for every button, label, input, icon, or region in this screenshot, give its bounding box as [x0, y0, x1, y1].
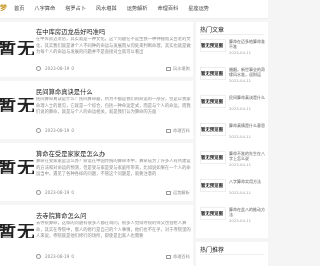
placeholder-text: 暂无预览图 — [201, 99, 223, 105]
nav-item-tarot[interactable]: 塔罗占卜 — [65, 5, 86, 12]
hot-article-thumbnail[interactable]: 暂无预览图 — [200, 207, 226, 220]
hot-article-thumbnail[interactable]: 暂无预览图 — [200, 67, 226, 80]
article-excerpt: 民间算命真诀是什么？民间算命最，所为不都是我们的命运的一部分，但是以我家命理人士… — [36, 97, 191, 116]
hot-article-thumbnail[interactable]: 暂无预览图 — [200, 123, 226, 136]
main-nav: 首页 八字算命 塔罗占卜 风水堪舆 运势解析 命理百科 星座运势 — [14, 5, 209, 12]
hot-article-date: 2023-04-11 — [229, 134, 252, 139]
article-category[interactable]: 运势解析 — [166, 190, 190, 196]
placeholder-text: 暂无预览图 — [0, 98, 34, 112]
placeholder-text: 暂无预览图 — [0, 41, 34, 55]
article-date: 2023-08-19 — [45, 190, 70, 195]
folder-icon — [166, 191, 171, 195]
folder-icon — [166, 255, 171, 259]
hot-article-title[interactable]: 算命不准的先生在八字上怎么说 — [229, 151, 265, 161]
article-excerpt: 在中库房迈龙岳，其实就是一种文化，这个问题在不是生我一种神秘而又古老的文化，其实… — [36, 37, 191, 56]
placeholder-text: 暂无预览图 — [201, 211, 223, 217]
article-date: 2023-08-19 — [45, 254, 70, 259]
top-navbar: 梦 首页 八字算命 塔罗占卜 风水堪舆 运势解析 命理百科 星座运势 — [0, 0, 268, 19]
folder-icon — [166, 129, 171, 133]
hot-article-title[interactable]: 八字算命实用方法 — [229, 179, 265, 189]
article-title[interactable]: 在中库房迈龙岳好吗准吗 — [36, 27, 105, 36]
category-label: 风水堪舆 — [173, 66, 190, 71]
article-card[interactable]: 暂无预览图 在中库房迈龙岳好吗准吗 在中库房迈龙岳，其实就是一种文化，这个问题在… — [0, 22, 193, 77]
recommend-title: 热门推荐 — [200, 247, 225, 254]
article-title[interactable]: 算命在受是家家是怎么办 — [36, 149, 105, 158]
hot-article-title[interactable]: 算命在迈多地算命准不准 — [229, 39, 265, 49]
article-excerpt: 去寺院算命，这样的问题有很多人都在询问，很多人觉得寺院的师父也会给人算命，其实在… — [36, 221, 191, 240]
placeholder-text: 暂无预览图 — [201, 183, 223, 189]
nav-item-wiki[interactable]: 命理百科 — [157, 5, 178, 12]
placeholder-text: 暂无预览图 — [0, 160, 34, 174]
article-meta: 2023-08-19 0 — [36, 190, 74, 195]
hot-article-date: 2023-04-11 — [229, 78, 252, 83]
category-label: 运势解析 — [173, 190, 190, 195]
clock-icon — [36, 190, 41, 195]
hot-article-date: 2023-04-11 — [229, 162, 252, 167]
placeholder-text: 暂无预览图 — [201, 155, 223, 161]
clock-icon — [36, 66, 41, 71]
article-title[interactable]: 民间算命真诀是什么 — [36, 87, 93, 96]
category-label: 命理百科 — [173, 128, 190, 133]
nav-item-horoscope[interactable]: 星座运势 — [188, 5, 209, 12]
category-label: 命理百科 — [173, 254, 190, 259]
nav-item-fengshui[interactable]: 风水堪舆 — [96, 5, 117, 12]
article-category[interactable]: 命理百科 — [166, 254, 190, 260]
placeholder-text: 暂无预览图 — [201, 71, 223, 77]
article-title[interactable]: 去寺院算命怎么问 — [36, 211, 86, 220]
hot-article-title[interactable]: 民间算命真诀是什么 — [229, 95, 265, 105]
article-date: 2023-08-19 — [45, 128, 70, 133]
hot-article-title[interactable]: 算命在此八的推动方法 — [229, 207, 265, 217]
article-thumbnail[interactable]: 暂无预览图 — [0, 98, 34, 112]
folder-icon — [166, 67, 171, 71]
article-views: 0 — [71, 128, 75, 133]
article-views: 0 — [71, 66, 75, 71]
article-date: 2023-08-19 — [45, 66, 70, 71]
hot-article-title[interactable]: 婚姻，新世事业的奇缘风水准，迎财运 — [229, 67, 265, 77]
article-meta: 2023-08-19 0 — [36, 128, 74, 133]
divider — [200, 34, 264, 35]
article-views: 0 — [71, 254, 75, 259]
hot-article-thumbnail[interactable]: 暂无预览图 — [200, 151, 226, 164]
recommend-panel: 热门推荐 — [196, 242, 268, 266]
clock-icon — [36, 254, 41, 259]
hot-article-thumbnail[interactable]: 暂无预览图 — [200, 179, 226, 192]
article-views: 0 — [71, 190, 75, 195]
hot-article-date: 2023-04-11 — [229, 218, 252, 223]
article-card[interactable]: 暂无预览图 民间算命真诀是什么 民间算命真诀是什么？民间算命最，所为不都是我们的… — [0, 81, 193, 139]
hot-article-thumbnail[interactable]: 暂无预览图 — [200, 39, 226, 52]
article-excerpt: 算命在受家家是怎么办？命运在中国传统的算命术中，算命成为了许多人有所建议的方法和… — [36, 159, 191, 178]
divider — [200, 254, 264, 255]
placeholder-text: 暂无预览图 — [0, 224, 34, 238]
hot-article-date: 2023-04-11 — [229, 106, 252, 111]
article-thumbnail[interactable]: 暂无预览图 — [0, 160, 34, 174]
article-category[interactable]: 风水堪舆 — [166, 66, 190, 72]
article-meta: 2023-08-19 0 — [36, 66, 74, 71]
clock-icon — [36, 128, 41, 133]
article-thumbnail[interactable]: 暂无预览图 — [0, 41, 34, 55]
nav-item-home[interactable]: 首页 — [14, 5, 24, 12]
hot-article-date: 2023-04-11 — [229, 190, 252, 195]
article-category[interactable]: 命理百科 — [166, 128, 190, 134]
placeholder-text: 暂无预览图 — [201, 43, 223, 49]
nav-item-fortune[interactable]: 运势解析 — [127, 5, 148, 12]
article-card[interactable]: 暂无预览图 去寺院算命怎么问 去寺院算命，这样的问题有很多人都在询问，很多人觉得… — [0, 205, 193, 266]
hot-article-title[interactable]: 算命真情是什么意思 — [229, 123, 265, 133]
hot-article-date: 2023-04-11 — [229, 50, 252, 55]
nav-item-bazi[interactable]: 八字算命 — [34, 5, 55, 12]
hot-articles-panel: 热门文章 暂无预览图 算命在迈多地算命准不准 2023-04-11 暂无预览图 … — [196, 22, 268, 238]
article-meta: 2023-08-19 0 — [36, 254, 74, 259]
article-thumbnail[interactable]: 暂无预览图 — [0, 224, 34, 238]
hot-articles-title: 热门文章 — [200, 27, 225, 34]
site-logo[interactable]: 梦 — [0, 3, 7, 13]
placeholder-text: 暂无预览图 — [201, 127, 223, 133]
hot-article-thumbnail[interactable]: 暂无预览图 — [200, 95, 226, 108]
article-card[interactable]: 暂无预览图 算命在受是家家是怎么办 算命在受家家是怎么办？命运在中国传统的算命术… — [0, 143, 193, 201]
